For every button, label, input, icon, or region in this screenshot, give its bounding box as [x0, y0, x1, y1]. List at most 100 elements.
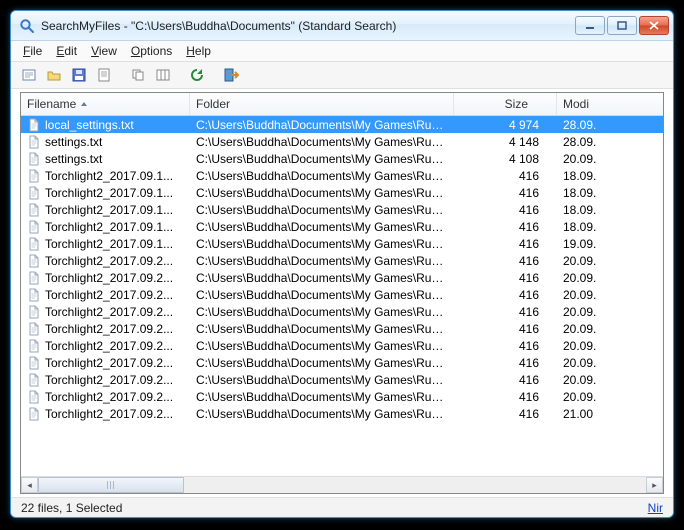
- filename-text: Torchlight2_2017.09.2...: [45, 339, 173, 353]
- table-row[interactable]: Torchlight2_2017.09.2...C:\Users\Buddha\…: [21, 371, 663, 388]
- cell-modified: 19.09.: [557, 237, 619, 251]
- table-row[interactable]: Torchlight2_2017.09.1...C:\Users\Buddha\…: [21, 167, 663, 184]
- table-row[interactable]: Torchlight2_2017.09.2...C:\Users\Buddha\…: [21, 269, 663, 286]
- table-row[interactable]: settings.txtC:\Users\Buddha\Documents\My…: [21, 133, 663, 150]
- toolbar-search-button[interactable]: [17, 64, 41, 86]
- filename-text: Torchlight2_2017.09.2...: [45, 254, 173, 268]
- cell-size: 416: [454, 254, 557, 268]
- table-row[interactable]: Torchlight2_2017.09.2...C:\Users\Buddha\…: [21, 286, 663, 303]
- table-row[interactable]: Torchlight2_2017.09.2...C:\Users\Buddha\…: [21, 303, 663, 320]
- file-icon: [27, 203, 41, 217]
- menu-file[interactable]: File: [17, 42, 48, 60]
- cell-filename: Torchlight2_2017.09.1...: [21, 186, 190, 200]
- toolbar-copy-button[interactable]: [126, 64, 150, 86]
- filename-text: Torchlight2_2017.09.1...: [45, 203, 173, 217]
- menu-view[interactable]: View: [85, 42, 123, 60]
- table-row[interactable]: Torchlight2_2017.09.2... C:\Users\Buddha\…: [21, 354, 663, 371]
- cell-folder: C:\Users\Buddha\Documents\My Games\Runic…: [190, 203, 454, 217]
- cell-folder: C:\Users\Buddha\Documents\My Games\Runic…: [190, 390, 454, 404]
- cell-size: 416: [454, 186, 557, 200]
- minimize-button[interactable]: [575, 16, 605, 35]
- menubar: File Edit View Options Help: [11, 41, 673, 61]
- table-row[interactable]: Torchlight2_2017.09.2...C:\Users\Buddha\…: [21, 252, 663, 269]
- menu-help[interactable]: Help: [180, 42, 217, 60]
- cell-modified: 20.09.: [557, 322, 619, 336]
- cell-folder: C:\Users\Buddha\Documents\My Games\Runic…: [190, 339, 454, 353]
- cell-size: 416: [454, 169, 557, 183]
- cell-size: 416: [454, 390, 557, 404]
- cell-folder: C:\Users\Buddha\Documents\My Games\Runic…: [190, 220, 454, 234]
- column-header-folder[interactable]: Folder: [190, 93, 454, 115]
- cell-modified: 18.09.: [557, 220, 619, 234]
- table-row[interactable]: Torchlight2_2017.09.2...C:\Users\Buddha\…: [21, 388, 663, 405]
- filename-text: local_settings.txt: [45, 118, 134, 132]
- file-icon: [27, 339, 41, 353]
- close-button[interactable]: [639, 16, 669, 35]
- cell-filename: Torchlight2_2017.09.2...: [21, 373, 190, 387]
- cell-filename: Torchlight2_2017.09.1...: [21, 237, 190, 251]
- filename-text: Torchlight2_2017.09.2...: [45, 356, 173, 370]
- filename-text: Torchlight2_2017.09.1...: [45, 186, 173, 200]
- app-window: SearchMyFiles - "C:\Users\Buddha\Documen…: [10, 10, 674, 518]
- titlebar[interactable]: SearchMyFiles - "C:\Users\Buddha\Documen…: [11, 11, 673, 41]
- toolbar-save-button[interactable]: [67, 64, 91, 86]
- column-headers: Filename Folder Size Modi: [21, 93, 663, 116]
- window-title: SearchMyFiles - "C:\Users\Buddha\Documen…: [41, 19, 575, 33]
- brand-link[interactable]: Nir: [648, 501, 663, 515]
- cell-folder: C:\Users\Buddha\Documents\My Games\Runic…: [190, 135, 454, 149]
- cell-filename: local_settings.txt: [21, 118, 190, 132]
- table-row[interactable]: Torchlight2_2017.09.1...C:\Users\Buddha\…: [21, 235, 663, 252]
- cell-size: 416: [454, 237, 557, 251]
- toolbar-properties-button[interactable]: [92, 64, 116, 86]
- table-row[interactable]: local_settings.txtC:\Users\Buddha\Docume…: [21, 116, 663, 133]
- toolbar-refresh-button[interactable]: [185, 64, 209, 86]
- table-row[interactable]: Torchlight2_2017.09.2...C:\Users\Buddha\…: [21, 320, 663, 337]
- cell-filename: Torchlight2_2017.09.2...: [21, 288, 190, 302]
- column-header-filename[interactable]: Filename: [21, 93, 190, 115]
- table-row[interactable]: Torchlight2_2017.09.1...C:\Users\Buddha\…: [21, 218, 663, 235]
- file-icon: [27, 373, 41, 387]
- menu-edit[interactable]: Edit: [50, 42, 83, 60]
- toolbar-exit-button[interactable]: [219, 64, 243, 86]
- maximize-button[interactable]: [607, 16, 637, 35]
- cell-filename: Torchlight2_2017.09.2...: [21, 339, 190, 353]
- file-icon: [27, 271, 41, 285]
- table-row[interactable]: Torchlight2_2017.09.2...C:\Users\Buddha\…: [21, 405, 663, 422]
- cell-filename: Torchlight2_2017.09.2...: [21, 305, 190, 319]
- scroll-right-arrow-icon[interactable]: ▸: [646, 477, 663, 493]
- scroll-thumb[interactable]: [38, 477, 184, 493]
- file-listview[interactable]: Filename Folder Size Modi local_settings…: [20, 92, 664, 494]
- statusbar: 22 files, 1 Selected Nir: [11, 497, 673, 517]
- toolbar-select-columns-button[interactable]: [151, 64, 175, 86]
- cell-filename: Torchlight2_2017.09.2...: [21, 271, 190, 285]
- cell-modified: 20.09.: [557, 390, 619, 404]
- table-row[interactable]: Torchlight2_2017.09.1...C:\Users\Buddha\…: [21, 184, 663, 201]
- filename-text: Torchlight2_2017.09.2...: [45, 305, 173, 319]
- cell-folder: C:\Users\Buddha\Documents\My Games\Runic…: [190, 356, 454, 370]
- scroll-track[interactable]: [38, 477, 646, 493]
- horizontal-scrollbar[interactable]: ◂ ▸: [21, 476, 663, 493]
- cell-folder: C:\Users\Buddha\Documents\My Games\Runic…: [190, 152, 454, 166]
- cell-modified: 21.00: [557, 407, 619, 421]
- scroll-left-arrow-icon[interactable]: ◂: [21, 477, 38, 493]
- file-icon: [27, 135, 41, 149]
- table-row[interactable]: Torchlight2_2017.09.1... C:\Users\Buddha\…: [21, 201, 663, 218]
- table-row[interactable]: settings.txt C:\Users\Buddha\Documents\My…: [21, 150, 663, 167]
- cell-size: 416: [454, 288, 557, 302]
- filename-text: Torchlight2_2017.09.2...: [45, 373, 173, 387]
- cell-filename: Torchlight2_2017.09.2...: [21, 407, 190, 421]
- cell-modified: 18.09.: [557, 169, 619, 183]
- cell-filename: Torchlight2_2017.09.2...: [21, 356, 190, 370]
- cell-modified: 28.09.: [557, 135, 619, 149]
- toolbar-open-button[interactable]: [42, 64, 66, 86]
- column-header-modified[interactable]: Modi: [557, 93, 619, 115]
- rows-container: local_settings.txt C:\Users\Buddha\Docume…: [21, 116, 663, 476]
- table-row[interactable]: Torchlight2_2017.09.2... C:\Users\Buddha\…: [21, 337, 663, 354]
- cell-size: 416: [454, 373, 557, 387]
- filename-text: settings.txt: [45, 152, 102, 166]
- cell-modified: 20.09.: [557, 373, 619, 387]
- menu-options[interactable]: Options: [125, 42, 178, 60]
- cell-folder: C:\Users\Buddha\Documents\My Games\Runic…: [190, 322, 454, 336]
- column-header-size[interactable]: Size: [454, 93, 557, 115]
- cell-folder: C:\Users\Buddha\Documents\My Games\Runic…: [190, 407, 454, 421]
